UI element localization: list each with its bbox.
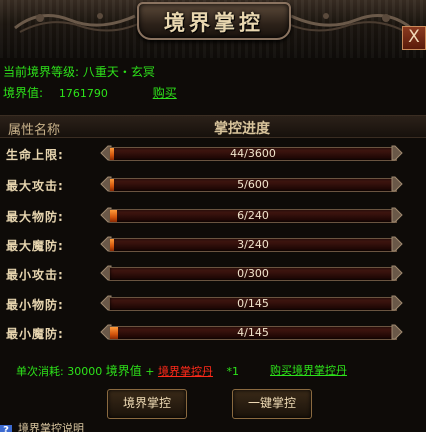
attribute-row: 最大攻击: 5/600	[0, 171, 426, 199]
progress-bar: 6/240	[100, 207, 403, 223]
cost-prefix: 单次消耗:	[16, 365, 64, 378]
help-link[interactable]: ? 境界掌控说明	[0, 420, 84, 432]
current-level-label: 当前境界等级:	[3, 65, 80, 79]
attribute-label: 最小魔防:	[6, 327, 64, 341]
realm-value: 1761790	[58, 87, 108, 100]
attribute-row: 最小物防: 0/145	[0, 290, 426, 318]
progress-bar: 5/600	[100, 176, 403, 192]
help-text: 境界掌控说明	[18, 422, 84, 432]
attribute-row: 最小魔防: 4/145	[0, 319, 426, 347]
close-button[interactable]: X	[402, 26, 426, 50]
attribute-row: 生命上限: 44/3600	[0, 140, 426, 168]
current-level-value: 八重天・玄冥	[82, 65, 155, 79]
progress-bar: 0/145	[100, 295, 403, 311]
progress-text: 4/145	[237, 326, 269, 339]
help-question-icon: ?	[0, 425, 12, 432]
one-click-control-button[interactable]: 一键掌控	[232, 389, 312, 419]
item-name-link[interactable]: 境界掌控丹	[158, 365, 213, 378]
window-title: 境界掌控	[164, 10, 264, 35]
header-progress: 掌控进度	[214, 121, 270, 137]
progress-bar: 0/300	[100, 265, 403, 281]
header-attribute-name: 属性名称	[8, 123, 61, 138]
realm-control-window: 境界掌控 X 当前境界等级: 八重天・玄冥 境界值: 1761790 购买 属性…	[0, 0, 426, 432]
ornament-left-icon	[14, 13, 139, 33]
attribute-label: 生命上限:	[6, 148, 64, 162]
progress-text: 6/240	[237, 209, 269, 222]
cost-amount: 30000	[67, 365, 103, 378]
attribute-label: 最大物防:	[6, 210, 64, 224]
table-header: 属性名称 掌控进度	[0, 115, 426, 138]
progress-text: 3/240	[237, 238, 269, 251]
progress-bar: 4/145	[100, 324, 403, 340]
attribute-row: 最大物防: 6/240	[0, 202, 426, 230]
current-level-row: 当前境界等级: 八重天・玄冥	[3, 63, 155, 80]
buy-realm-link[interactable]: 购买	[153, 86, 177, 100]
realm-value-label: 境界值:	[3, 86, 44, 100]
attribute-label: 最小物防:	[6, 298, 64, 312]
realm-value-row: 境界值: 1761790 购买	[3, 84, 177, 101]
realm-control-button[interactable]: 境界掌控	[107, 389, 187, 419]
progress-text: 0/145	[237, 297, 269, 310]
attribute-row: 最小攻击: 0/300	[0, 260, 426, 288]
progress-text: 0/300	[237, 267, 269, 280]
progress-text: 44/3600	[230, 147, 276, 160]
progress-text: 5/600	[237, 178, 269, 191]
progress-bar: 3/240	[100, 236, 403, 252]
cost-realm-word: 境界值	[105, 364, 142, 378]
attribute-label: 最大攻击:	[6, 179, 64, 193]
attribute-row: 最大魔防: 3/240	[0, 231, 426, 259]
ornament-right-icon	[287, 13, 412, 33]
cost-line: 单次消耗: 30000 境界值 + 境界掌控丹 *1 购买境界掌控丹	[16, 362, 347, 379]
title-bar[interactable]: 境界掌控 X	[0, 0, 426, 58]
progress-bar: 44/3600	[100, 145, 403, 161]
attribute-label: 最大魔防:	[6, 239, 64, 253]
cost-plus: +	[145, 365, 155, 378]
attribute-label: 最小攻击:	[6, 268, 64, 282]
cost-multiplier: *1	[226, 365, 239, 378]
title-plaque: 境界掌控	[137, 2, 291, 40]
buy-item-link[interactable]: 购买境界掌控丹	[270, 362, 347, 378]
